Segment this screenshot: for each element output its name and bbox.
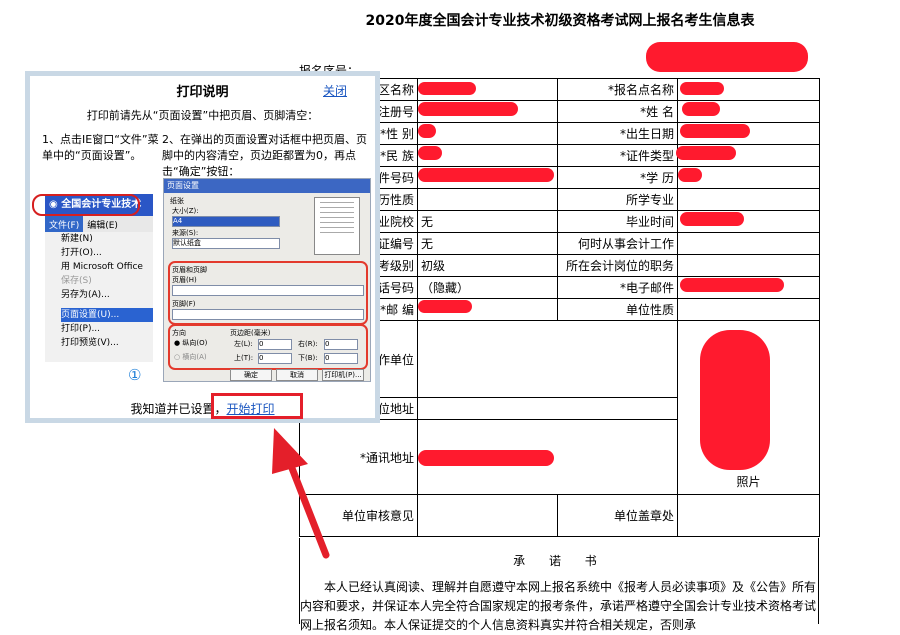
field-value xyxy=(417,494,558,537)
field-label: 所在会计岗位的职务 xyxy=(557,254,678,277)
field-label: 何时从事会计工作 xyxy=(557,232,678,255)
dialog-body: 打印说明 关闭 打印前请先从“页面设置”中把页眉、页脚清空： 1、点击IE窗口“… xyxy=(30,76,375,419)
field-value: 无 xyxy=(417,210,558,233)
redaction-mark xyxy=(418,102,518,116)
field-value xyxy=(677,254,820,277)
redaction-mark xyxy=(646,42,808,72)
redaction-mark xyxy=(418,146,442,160)
menu-item-page-setup: 页面设置(U)... xyxy=(61,308,153,322)
menu-edit: 编辑(E) xyxy=(87,221,118,231)
page-setup-screenshot: 页面设置 纸张 大小(Z): A4 来源(S): 默认纸盒 页眉和页脚 页眉(H… xyxy=(163,178,371,382)
menu-bar: 文件(F) 编辑(E) xyxy=(45,216,153,232)
file-menu-list: 新建(N) 打开(O)... 用 Microsoft Office 保存(S) … xyxy=(45,232,153,350)
menu-item: 打印(P)... xyxy=(61,324,101,334)
source-label: 来源(S): xyxy=(172,229,199,237)
redaction-mark xyxy=(418,82,476,95)
field-label: 毕业时间 xyxy=(557,210,678,233)
field-value xyxy=(677,232,820,255)
promise-text: 本人已经认真阅读、理解并自愿遵守本网上报名系统中《报考人员必读事项》及《公告》所… xyxy=(300,580,817,632)
paper-label: 纸张 xyxy=(170,197,184,205)
field-value xyxy=(417,122,558,145)
menu-file: 文件(F) xyxy=(45,216,84,232)
size-label: 大小(Z): xyxy=(172,207,199,215)
confirm-line: 我知道并已设置，开始打印 xyxy=(30,400,375,417)
field-label: *出生日期 xyxy=(557,122,678,145)
menu-item: 用 Microsoft Office xyxy=(61,262,143,272)
redaction-mark xyxy=(418,168,554,182)
paper-source-select: 默认纸盒 xyxy=(172,238,280,249)
menu-item: 保存(S) xyxy=(61,276,92,286)
field-value xyxy=(417,397,678,420)
redaction-mark xyxy=(418,450,554,466)
form-title: 2020年度全国会计专业技术初级资格考试网上报名考生信息表 xyxy=(365,13,755,29)
field-value xyxy=(677,494,820,537)
step-2-text: 2、在弹出的页面设置对话框中把页眉、页脚中的内容清空，页边距都置为0，再点击“确… xyxy=(162,133,367,178)
promise-title: 承 诺 书 xyxy=(513,554,607,568)
dialog-intro: 打印前请先从“页面设置”中把页眉、页脚清空： xyxy=(86,109,319,122)
menu-item: 另存为(A)... xyxy=(61,290,110,300)
page-setup-title: 页面设置 xyxy=(164,179,370,193)
field-label: 单位盖章处 xyxy=(557,494,678,537)
redaction-mark xyxy=(680,124,750,138)
field-value: 无 xyxy=(417,232,558,255)
page-setup-highlight-oval xyxy=(32,194,140,216)
redaction-mark xyxy=(700,330,770,470)
field-value xyxy=(417,188,558,211)
header-footer-highlight xyxy=(168,261,368,325)
print-instructions-dialog: 打印说明 关闭 打印前请先从“页面设置”中把页眉、页脚清空： 1、点击IE窗口“… xyxy=(25,71,380,423)
redaction-mark xyxy=(418,300,472,313)
close-link[interactable]: 关闭 xyxy=(323,82,347,99)
page-preview-image xyxy=(314,197,360,255)
redaction-mark xyxy=(676,146,736,160)
field-value xyxy=(677,298,820,321)
redaction-mark xyxy=(680,212,744,226)
redaction-mark xyxy=(680,278,784,292)
field-label: *学 历 xyxy=(557,166,678,189)
redaction-mark xyxy=(682,102,720,116)
redaction-mark xyxy=(680,82,724,95)
field-label: *电子邮件 xyxy=(557,276,678,299)
page-setup-body: 纸张 大小(Z): A4 来源(S): 默认纸盒 页眉和页脚 页眉(H) 页脚(… xyxy=(164,193,370,381)
menu-item: 打印预览(V)... xyxy=(61,338,119,348)
ok-button: 确定 xyxy=(230,369,272,381)
start-print-highlight xyxy=(211,393,303,419)
step-marker: ① xyxy=(128,366,142,384)
field-value xyxy=(677,188,820,211)
field-label: *证件类型 xyxy=(557,144,678,167)
printer-button: 打印机(P)... xyxy=(322,369,364,381)
menu-item: 新建(N) xyxy=(61,234,93,244)
field-label: 所学专业 xyxy=(557,188,678,211)
redaction-mark xyxy=(678,168,702,182)
file-menu-screenshot: ◉ 全国会计专业技术 文件(F) 编辑(E) 新建(N) 打开(O)... 用 … xyxy=(45,194,153,362)
field-label: 单位性质 xyxy=(557,298,678,321)
field-value xyxy=(417,320,678,398)
redaction-mark xyxy=(418,124,436,138)
margins-highlight xyxy=(168,324,368,370)
paper-size-select: A4 xyxy=(172,216,280,227)
table-row: 单位审核意见 单位盖章处 xyxy=(299,494,820,537)
cancel-button: 取消 xyxy=(276,369,318,381)
field-value: （隐藏） xyxy=(417,276,558,299)
step-1-text: 1、点击IE窗口“文件”菜单中的“页面设置”。 xyxy=(42,133,159,162)
red-arrow-icon xyxy=(272,428,330,559)
field-label: *姓 名 xyxy=(557,100,678,123)
field-value: 初级 xyxy=(417,254,558,277)
menu-item: 打开(O)... xyxy=(61,248,102,258)
field-label: *报名点名称 xyxy=(557,78,678,101)
